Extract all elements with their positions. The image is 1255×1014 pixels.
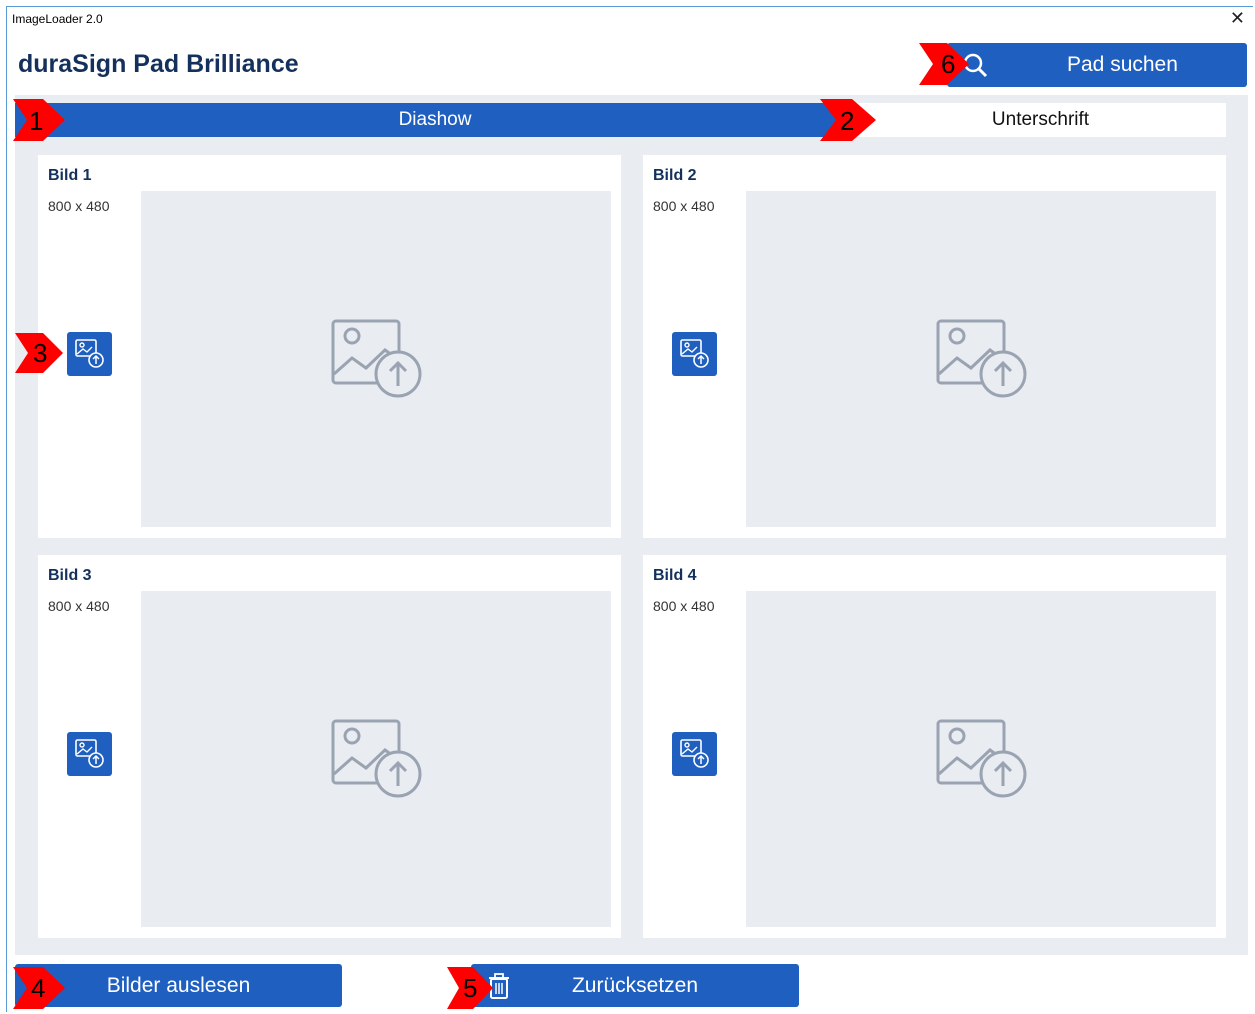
bilder-auslesen-label: Bilder auslesen [106,973,251,997]
image-title: Bild 2 [653,167,697,184]
image-title: Bild 3 [48,567,92,584]
upload-image-button[interactable] [67,732,112,776]
upload-image-button[interactable] [672,732,717,776]
marker-1: 1 [13,99,65,143]
image-placeholder-icon [331,319,422,398]
close-icon[interactable]: ✕ [1230,9,1245,27]
image-placeholder-icon [331,719,422,798]
image-size: 800 x 480 [48,198,110,214]
image-title: Bild 1 [48,167,92,184]
page-title: duraSign Pad Brilliance [18,50,299,78]
image-upload-icon [75,339,104,368]
image-size: 800 x 480 [653,198,715,214]
image-card-3: Bild 3 800 x 480 [38,555,621,938]
marker-number: 3 [33,338,48,368]
image-preview[interactable] [141,591,611,927]
pad-suchen-button[interactable]: Pad suchen [947,43,1247,87]
tab-unterschrift[interactable]: Unterschrift [855,103,1226,137]
upload-image-button[interactable] [67,332,112,376]
image-card-2: Bild 2 800 x 480 [643,155,1226,538]
zuruecksetzen-label: Zurücksetzen [571,973,699,997]
marker-4: 4 [13,967,65,1011]
marker-number: 6 [941,49,956,79]
tab-diashow[interactable]: Diashow [15,103,855,137]
marker-number: 1 [29,106,44,136]
image-preview[interactable] [746,591,1216,927]
upload-image-button[interactable] [672,332,717,376]
image-preview[interactable] [141,191,611,527]
marker-6: 6 [919,43,969,87]
image-title: Bild 4 [653,567,697,584]
image-upload-icon [680,339,709,368]
image-size: 800 x 480 [653,598,715,614]
image-upload-icon [75,739,104,768]
tab-bar: Diashow Unterschrift [15,103,1226,137]
marker-3: 3 [15,333,63,377]
image-preview[interactable] [746,191,1216,527]
image-placeholder-icon [936,319,1027,398]
window-title: ImageLoader 2.0 [12,12,103,26]
marker-2: 2 [820,99,876,143]
marker-5: 5 [447,967,495,1011]
image-card-1: Bild 1 800 x 480 [38,155,621,538]
marker-number: 4 [31,973,46,1003]
pad-suchen-label: Pad suchen [1067,53,1178,76]
image-placeholder-icon [936,719,1027,798]
image-card-4: Bild 4 800 x 480 [643,555,1226,938]
image-upload-icon [680,739,709,768]
marker-number: 5 [463,973,478,1003]
image-size: 800 x 480 [48,598,110,614]
zuruecksetzen-button[interactable]: Zurücksetzen [471,964,799,1007]
marker-number: 2 [840,106,855,136]
